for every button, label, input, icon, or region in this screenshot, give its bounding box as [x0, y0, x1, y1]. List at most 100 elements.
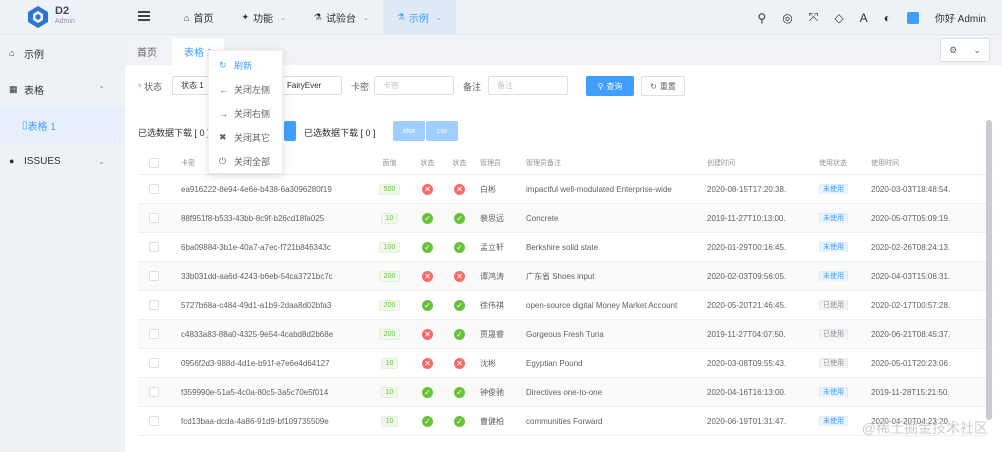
used-at-cell: 2020-06-21T08:45:37. — [871, 329, 951, 339]
row-checkbox-cell[interactable] — [138, 300, 166, 310]
sidebar-item-examples[interactable]: ⌂ 示例 — [0, 35, 125, 71]
checkbox[interactable] — [148, 213, 159, 223]
theme-icon[interactable]: ◐ — [884, 11, 891, 25]
row-checkbox-cell[interactable] — [138, 329, 166, 339]
sidebar-item-table[interactable]: ▦ 表格 ⌃ — [0, 71, 125, 107]
menu-item-label: 关闭右侧 — [234, 109, 271, 119]
table-row[interactable]: 6ba09884-3b1e-40a7-a7ec-f721b846343c 100 ✓… — [138, 233, 988, 262]
menu-toggle-button[interactable] — [138, 11, 150, 22]
menu-item-label: 刷新 — [234, 61, 253, 71]
table-row[interactable]: 0956f2d3-988d-4d1e-b91f-e7e6e4d64127 10 ✕ ✕… — [138, 349, 988, 378]
nav-item-examples[interactable]: ⚗ 示例 ⌄ — [382, 0, 456, 35]
table-row[interactable]: f359990e-51a5-4c0a-80c5-3a5c70e5f014 10 ✓ ✓… — [138, 378, 988, 407]
row-checkbox-cell[interactable] — [138, 358, 166, 368]
table-row[interactable]: fcd13baa-dcda-4a86-91d9-bf109735509e 10 ✓ ✓… — [138, 407, 988, 436]
value-tag: 10 — [380, 357, 399, 369]
x-circle-icon: ✕ — [454, 357, 465, 369]
sidebar: ⌂ 示例 ▦ 表格 ⌃ ▯ 表格 1 ● ISSUES ⌄ — [0, 35, 125, 452]
user-input[interactable]: FairyEver — [278, 76, 342, 95]
checkbox[interactable] — [148, 329, 159, 339]
checkbox[interactable] — [148, 157, 159, 168]
use-status-cell: 已使用 — [816, 358, 868, 368]
table-row[interactable]: c4833a83-88a0-4325-9e54-4cabd8d2b68e 200 ✕… — [138, 320, 988, 349]
column-header: 管理员 — [480, 159, 501, 167]
used-at-cell: 2020-04-03T15:06:31. — [871, 271, 951, 281]
created-cell: 2020-02-03T09:56:05. — [707, 271, 787, 281]
admin-cell: 谭鸿涛 — [480, 271, 504, 281]
d2-logo-icon[interactable] — [26, 5, 50, 29]
checkbox[interactable] — [148, 271, 159, 281]
nav-item-home[interactable]: ⌂ 首页 — [170, 0, 227, 35]
sidebar-item-label: ISSUES — [24, 155, 61, 167]
color-picker-icon[interactable] — [906, 11, 919, 24]
query-button[interactable]: ⚲ 查询 — [586, 76, 634, 96]
card-cell: 88f951f8-b533-43bb-8c9f-b26cd18fa025 — [181, 213, 325, 223]
used-at-cell: 2020-03-03T18:48:54. — [871, 184, 951, 194]
hamburger-bar — [138, 11, 150, 13]
sidebar-item-issues[interactable]: ● ISSUES ⌄ — [0, 143, 125, 179]
row-checkbox-cell[interactable] — [138, 271, 166, 281]
note-cell: Egyptian Pound — [526, 358, 583, 368]
card-input[interactable]: 卡密 — [374, 76, 454, 95]
card-cell: 0956f2d3-988d-4d1e-b91f-e7e6e4d64127 — [181, 358, 330, 368]
download-csv-button[interactable]: csv — [426, 121, 458, 141]
table-row[interactable]: ea916222-8e94-4e6e-b438-6a3096280f19 500 ✕… — [138, 175, 988, 204]
value-tag: 200 — [378, 299, 401, 311]
context-menu-close-left[interactable]: ← 关闭左侧 — [209, 78, 282, 101]
check-circle-icon: ✓ — [454, 299, 465, 311]
download-xlsx-button[interactable]: xlsx — [393, 121, 425, 141]
checkbox[interactable] — [148, 416, 159, 426]
context-menu-close-all[interactable]: ⏻ 关闭全部 — [209, 150, 282, 173]
user-greeting[interactable]: 你好 Admin — [935, 10, 986, 25]
row-checkbox-cell[interactable] — [138, 242, 166, 252]
table-row[interactable]: 88f951f8-b533-43bb-8c9f-b26cd18fa025 10 ✓ ✓… — [138, 204, 988, 233]
font-size-icon[interactable]: A — [860, 11, 868, 25]
tab-control-dropdown[interactable]: ⚙ ⌄ — [940, 38, 990, 62]
value-cell: 200 — [366, 299, 410, 311]
search-icon[interactable]: ⚲ — [757, 11, 766, 25]
checkbox[interactable] — [148, 242, 159, 252]
row-checkbox-cell[interactable] — [138, 387, 166, 397]
vertical-scrollbar[interactable] — [986, 120, 992, 420]
tab-home[interactable]: 首页 — [125, 38, 169, 65]
value-tag: 10 — [380, 386, 399, 398]
checkbox[interactable] — [148, 387, 159, 397]
nav-item-features[interactable]: ✦ 功能 ⌄ — [227, 0, 299, 35]
diamond-icon[interactable]: ◇ — [834, 11, 843, 25]
row-checkbox-cell[interactable] — [138, 184, 166, 194]
use-status-tag: 未使用 — [819, 213, 848, 223]
sidebar-item-table-1[interactable]: ▯ 表格 1 — [0, 107, 125, 143]
nav-item-lab[interactable]: ⚗ 试验台 ⌄ — [300, 0, 383, 35]
record-icon[interactable]: ◎ — [782, 11, 792, 25]
table-row[interactable]: 5727b68a-c484-49d1-a1b9-2daa8d02bfa3 200 ✓… — [138, 291, 988, 320]
note-cell: 广东省 Shoes input — [526, 271, 595, 281]
table-row[interactable]: 33b031dd-aa6d-4243-b6eb-54ca3721bc7c 200 ✕… — [138, 262, 988, 291]
select-all-checkbox[interactable] — [138, 157, 166, 168]
note-cell: Concrete — [526, 213, 559, 223]
check-circle-icon: ✓ — [422, 386, 433, 398]
value-cell: 200 — [366, 328, 410, 340]
x-circle-icon: ✕ — [422, 270, 433, 282]
value-tag: 200 — [378, 328, 401, 340]
download-button-partial[interactable] — [284, 121, 296, 141]
note-input[interactable]: 备注 — [488, 76, 568, 95]
value-tag: 10 — [380, 212, 399, 224]
nav-label: 示例 — [408, 14, 429, 25]
row-checkbox-cell[interactable] — [138, 416, 166, 426]
use-status-tag: 已使用 — [819, 329, 848, 339]
checkbox[interactable] — [148, 184, 159, 194]
row-checkbox-cell[interactable] — [138, 213, 166, 223]
fullscreen-icon[interactable]: ⤧ — [809, 10, 819, 25]
context-menu-close-others[interactable]: ✖ 关闭其它 — [209, 126, 282, 149]
reset-button[interactable]: ↻ 重置 — [641, 76, 685, 96]
context-menu-refresh[interactable]: ↻ 刷新 — [209, 54, 282, 77]
menu-item-label: 关闭其它 — [234, 133, 271, 143]
status-cell: ✓ — [442, 328, 474, 340]
checkbox[interactable] — [148, 300, 159, 310]
arrow-left-icon: ← — [219, 84, 228, 95]
status-cell: ✕ — [410, 270, 442, 282]
status-select[interactable]: 状态 1 — [172, 76, 212, 95]
created-cell: 2020-03-08T09:55:43. — [707, 358, 787, 368]
checkbox[interactable] — [148, 358, 159, 368]
context-menu-close-right[interactable]: → 关闭右侧 — [209, 102, 282, 125]
